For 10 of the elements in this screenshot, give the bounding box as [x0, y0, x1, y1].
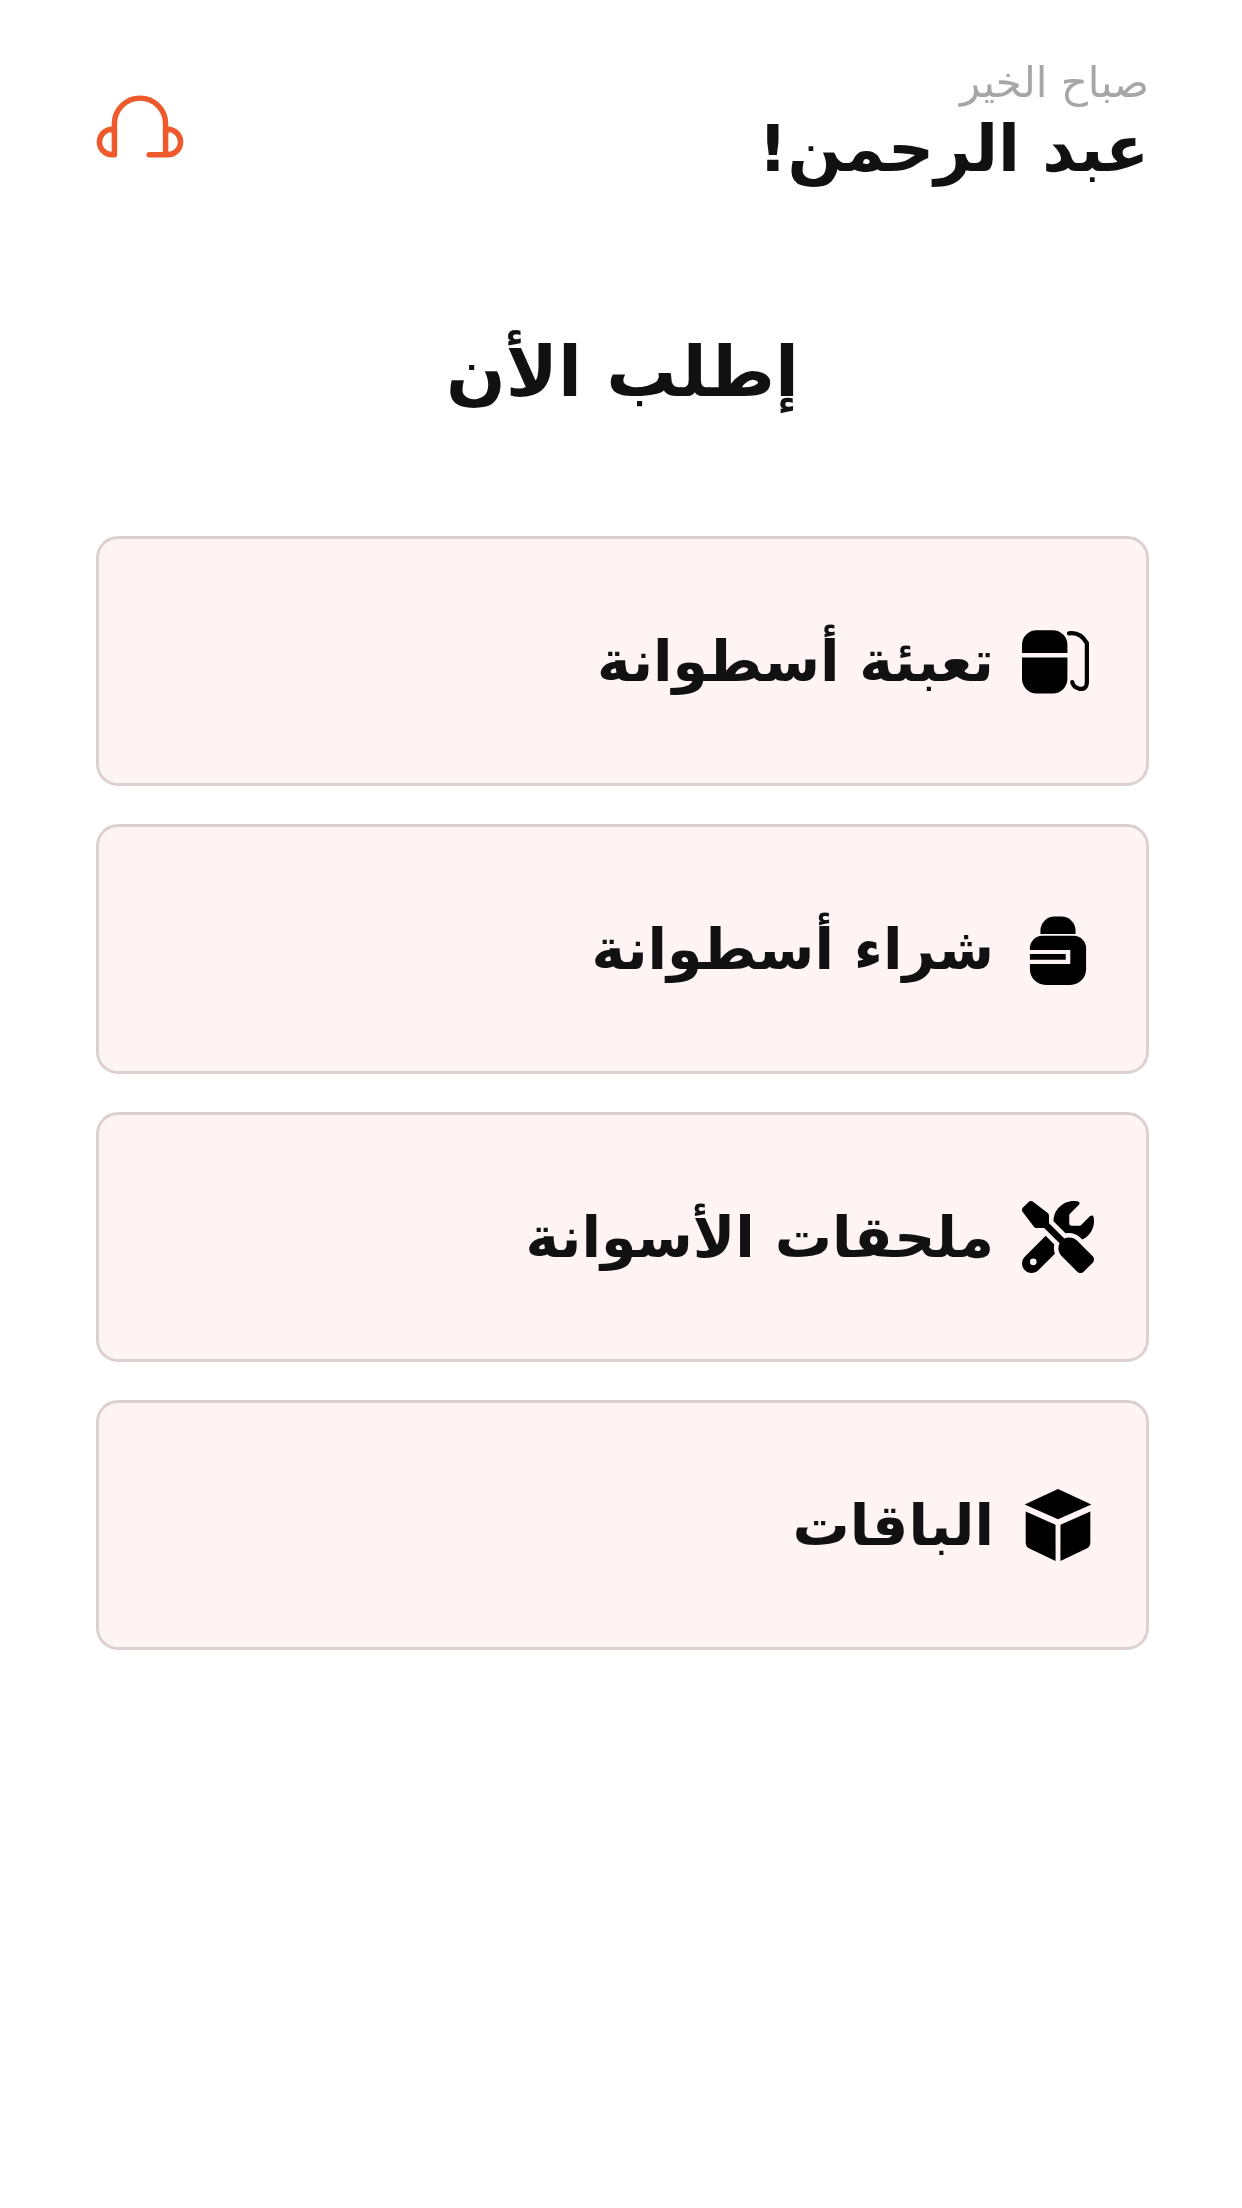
box-icon	[1022, 1488, 1094, 1561]
service-card[interactable]: الباقات	[96, 1399, 1149, 1650]
page-title: إطلب الأن	[445, 329, 800, 415]
headset-icon[interactable]	[96, 93, 184, 161]
tools-icon	[1022, 1200, 1094, 1273]
service-card[interactable]: شراء أسطوانة	[96, 823, 1149, 1074]
user-name: عبد الرحمن!	[758, 111, 1149, 189]
service-card[interactable]: ملحقات الأسوانة	[96, 1111, 1149, 1362]
service-card[interactable]: تعبئة أسطوانة	[96, 535, 1149, 786]
greeting-text: صباح الخير	[959, 58, 1149, 109]
